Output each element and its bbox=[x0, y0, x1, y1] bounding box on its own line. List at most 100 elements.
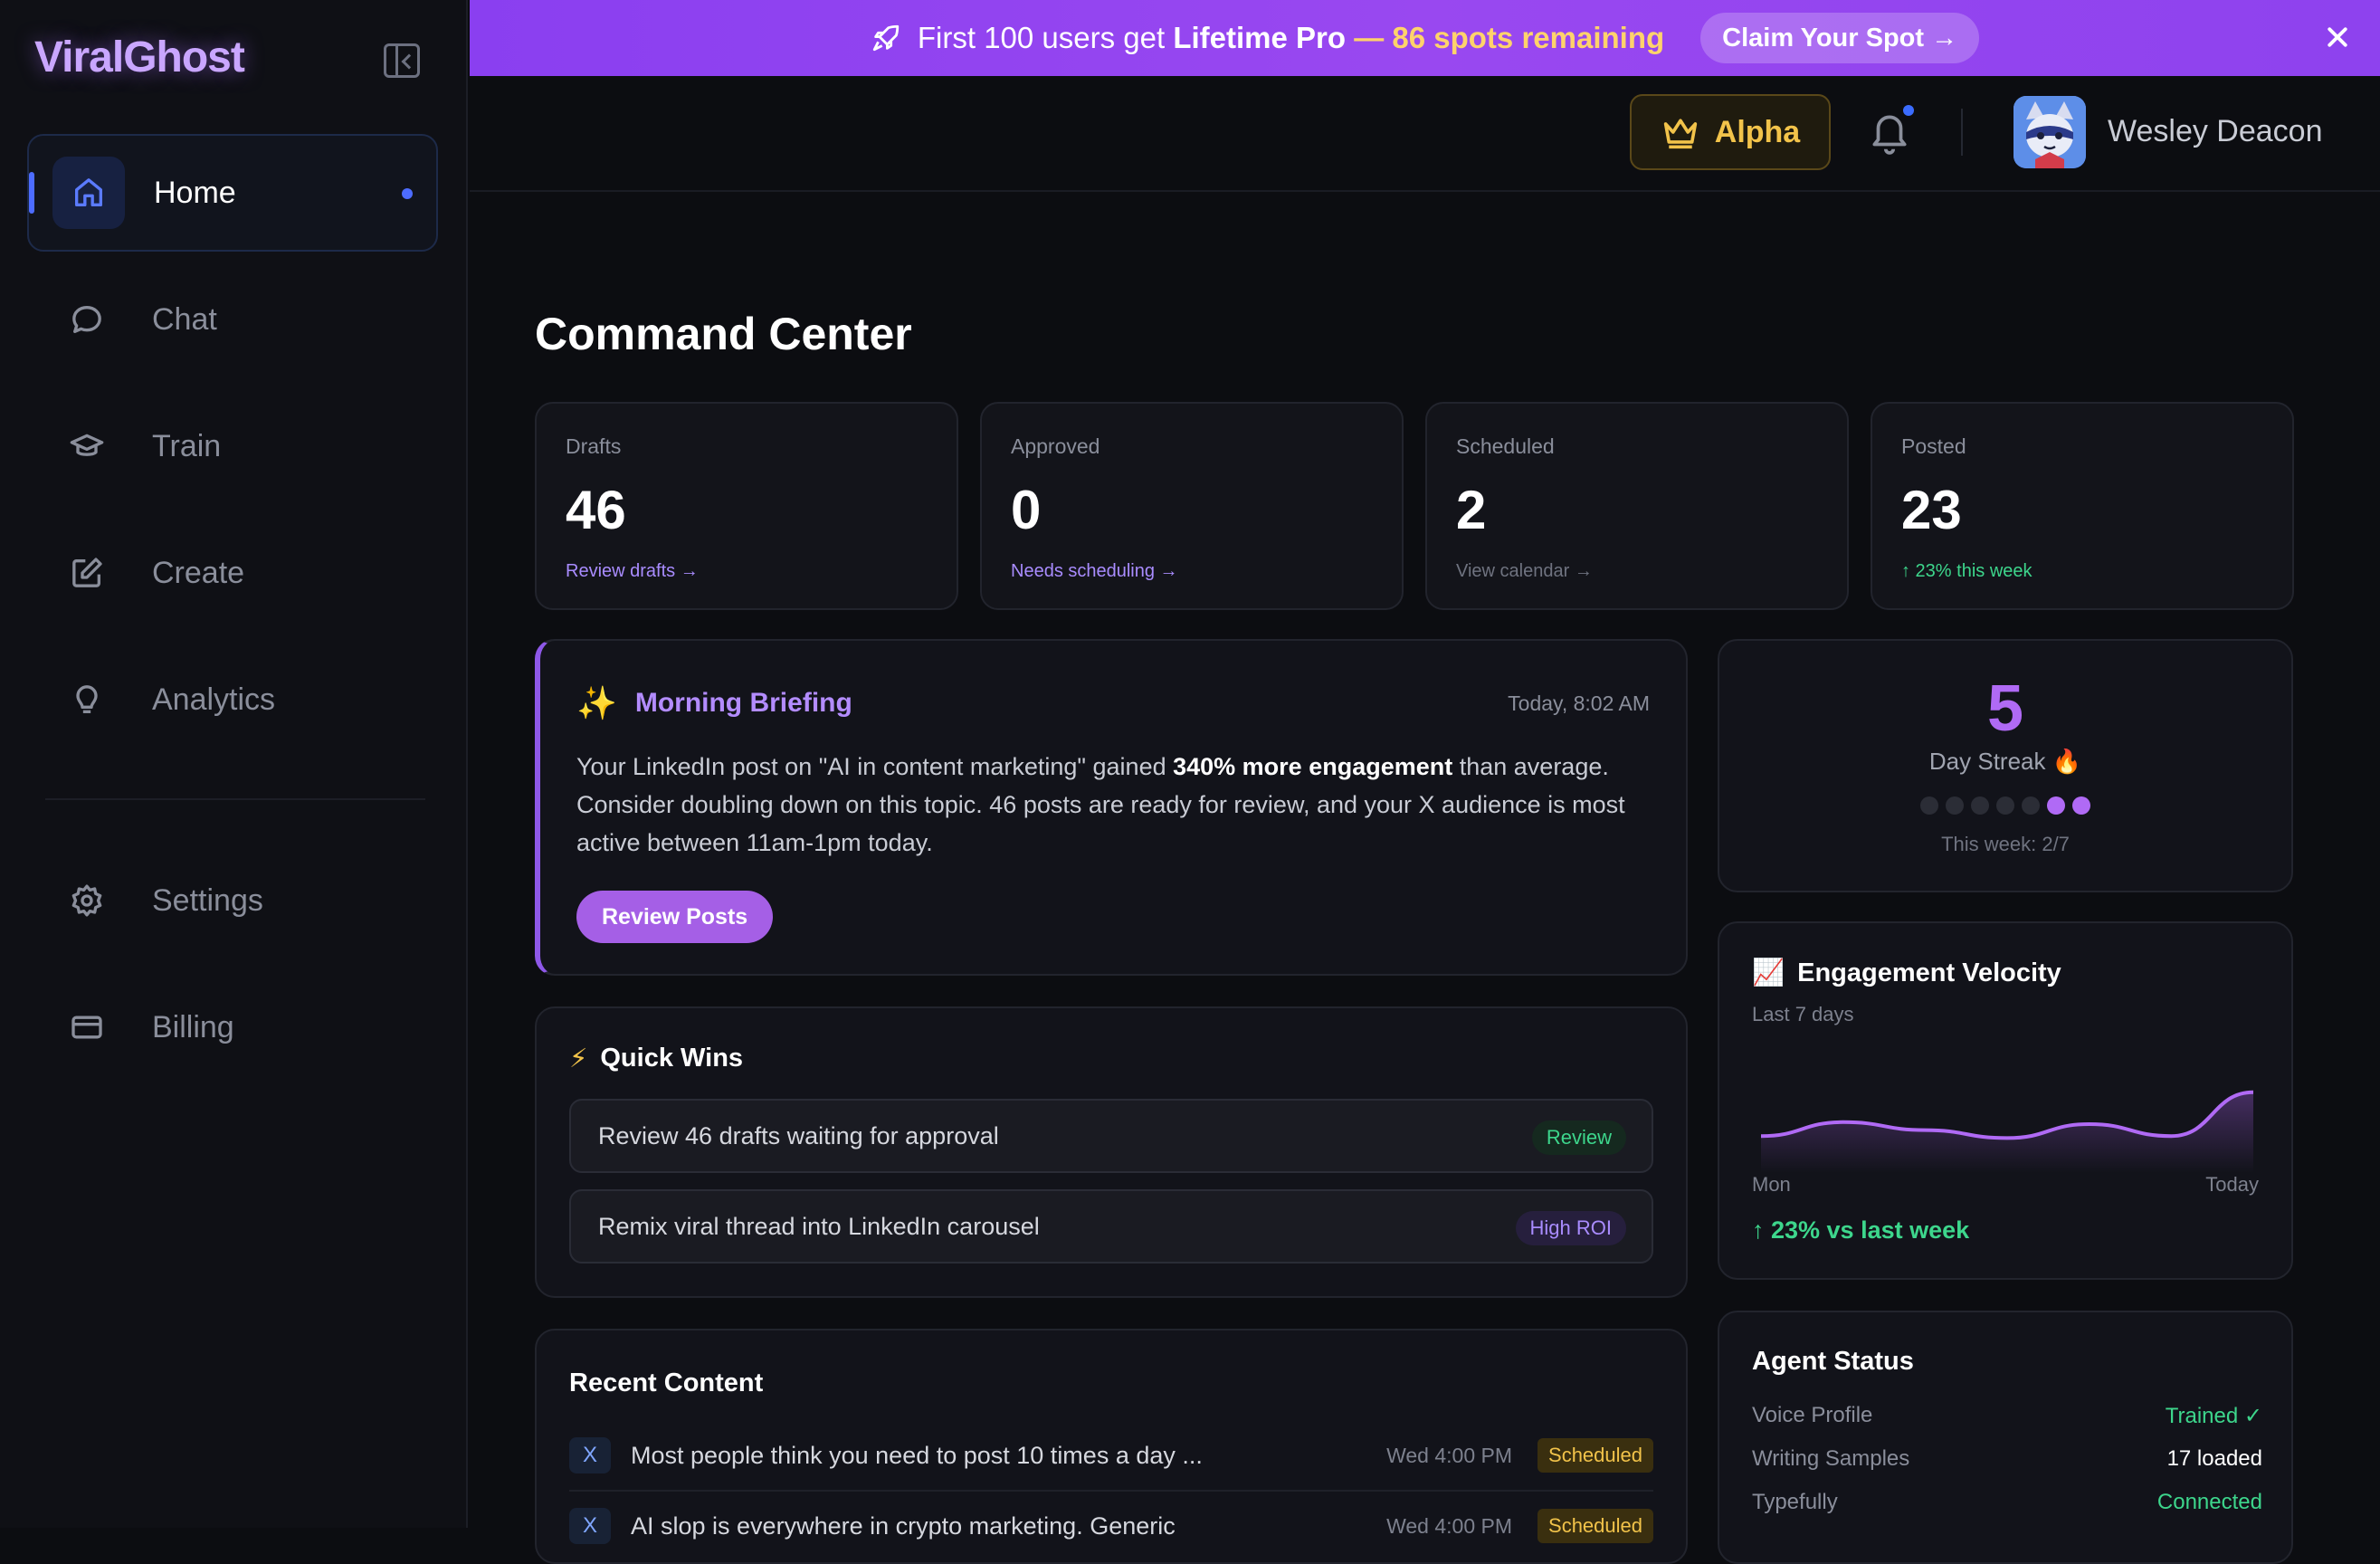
page-title: Command Center bbox=[535, 309, 912, 359]
streak-day-dot bbox=[2072, 796, 2090, 815]
stat-value: 2 bbox=[1456, 480, 1487, 540]
briefing-title: Morning Briefing bbox=[634, 688, 852, 718]
sidebar-item-create[interactable]: Create bbox=[27, 514, 438, 632]
stat-card-scheduled[interactable]: Scheduled 2 View calendar → bbox=[1425, 402, 1849, 610]
sidebar-item-chat[interactable]: Chat bbox=[27, 261, 438, 378]
agent-status-row: Voice Profile Trained ✓ bbox=[1752, 1403, 2262, 1429]
stat-label: Posted bbox=[1901, 434, 1966, 458]
streak-card: 5 Day Streak 🔥 This week: 2/7 bbox=[1718, 639, 2293, 892]
app-logo[interactable]: ViralGhost bbox=[34, 33, 245, 82]
quick-win-text: Remix viral thread into LinkedIn carouse… bbox=[598, 1212, 1040, 1240]
streak-day-dots bbox=[1719, 796, 2291, 815]
plan-badge-label: Alpha bbox=[1714, 114, 1801, 149]
sidebar-item-label: Analytics bbox=[152, 682, 276, 717]
agent-status-value: Connected bbox=[2156, 1490, 2262, 1514]
x-platform-icon: X bbox=[569, 1437, 611, 1473]
agent-status-label: Typefully bbox=[1752, 1490, 1838, 1514]
stat-card-approved[interactable]: Approved 0 Needs scheduling → bbox=[980, 402, 1404, 610]
sidebar-item-label: Chat bbox=[152, 301, 217, 337]
review-drafts-link[interactable]: Review drafts → bbox=[566, 561, 928, 582]
recent-content-row[interactable]: X AI slop is everywhere in crypto market… bbox=[569, 1499, 1653, 1553]
close-icon[interactable] bbox=[2318, 18, 2356, 56]
streak-day-dot bbox=[1996, 796, 2014, 815]
sidebar-divider bbox=[45, 798, 425, 800]
streak-day-dot bbox=[1971, 796, 1989, 815]
quick-win-item[interactable]: Review 46 drafts waiting for approval Re… bbox=[569, 1099, 1653, 1173]
banner-text-prefix: First 100 users get bbox=[917, 21, 1174, 54]
sidebar-item-analytics[interactable]: Analytics bbox=[27, 641, 438, 758]
sparkles-icon: ✨ bbox=[576, 684, 617, 721]
notification-dot bbox=[1903, 105, 1914, 116]
edit-icon bbox=[51, 537, 123, 609]
sidebar-item-label: Train bbox=[152, 428, 222, 463]
velocity-start-label: Mon bbox=[1752, 1173, 1791, 1196]
agent-status-row: Typefully Connected bbox=[1752, 1490, 2262, 1515]
sidebar-collapse-icon[interactable] bbox=[384, 43, 420, 78]
sidebar-item-label: Home bbox=[154, 175, 236, 210]
agent-status-label: Voice Profile bbox=[1752, 1403, 1873, 1427]
quick-win-tag: High ROI bbox=[1515, 1211, 1626, 1245]
recent-content-title: Recent Content bbox=[569, 1368, 764, 1397]
quick-wins-title: Quick Wins bbox=[600, 1044, 744, 1073]
chart-icon: 📈 bbox=[1752, 958, 1785, 987]
sidebar-item-billing[interactable]: Billing bbox=[27, 968, 438, 1086]
banner-text-bold: Lifetime Pro bbox=[1173, 21, 1347, 54]
quick-win-tag: Review bbox=[1531, 1121, 1626, 1155]
recent-content-card: Recent Content X Most people think you n… bbox=[535, 1329, 1688, 1564]
review-posts-button[interactable]: Review Posts bbox=[576, 891, 774, 943]
streak-day-dot bbox=[1946, 796, 1964, 815]
velocity-title: Engagement Velocity bbox=[1797, 958, 2061, 987]
stat-card-posted[interactable]: Posted 23 ↑ 23% this week bbox=[1871, 402, 2294, 610]
velocity-end-label: Today bbox=[2205, 1173, 2259, 1196]
sidebar-item-home[interactable]: Home bbox=[27, 134, 438, 252]
sidebar-item-settings[interactable]: Settings bbox=[27, 842, 438, 959]
status-badge: Scheduled bbox=[1537, 1438, 1653, 1473]
agent-status-label: Writing Samples bbox=[1752, 1446, 1910, 1471]
view-calendar-link[interactable]: View calendar → bbox=[1456, 561, 1818, 582]
rocket-icon bbox=[872, 24, 900, 52]
quick-win-item[interactable]: Remix viral thread into LinkedIn carouse… bbox=[569, 1189, 1653, 1264]
stat-value: 23 bbox=[1901, 480, 1962, 540]
quick-wins-card: ⚡ Quick Wins Review 46 drafts waiting fo… bbox=[535, 1006, 1688, 1298]
posted-trend: ↑ 23% this week bbox=[1901, 561, 2033, 581]
crown-icon bbox=[1663, 119, 1697, 149]
stat-value: 0 bbox=[1011, 480, 1042, 540]
sidebar-item-label: Settings bbox=[152, 882, 263, 918]
agent-status-row: Writing Samples 17 loaded bbox=[1752, 1446, 2262, 1472]
graduation-cap-icon bbox=[51, 410, 123, 482]
lightning-icon: ⚡ bbox=[569, 1044, 588, 1073]
agent-status-title: Agent Status bbox=[1752, 1347, 1914, 1376]
streak-label: Day Streak 🔥 bbox=[1928, 748, 2082, 775]
header-divider bbox=[1961, 109, 1963, 156]
status-badge: Scheduled bbox=[1537, 1509, 1653, 1543]
plan-badge[interactable]: Alpha bbox=[1630, 94, 1831, 170]
recent-content-time: Wed 4:00 PM bbox=[1386, 1513, 1512, 1538]
needs-scheduling-link[interactable]: Needs scheduling → bbox=[1011, 561, 1373, 582]
stat-card-drafts[interactable]: Drafts 46 Review drafts → bbox=[535, 402, 958, 610]
row-divider bbox=[569, 1490, 1653, 1492]
velocity-area bbox=[1761, 1092, 2253, 1173]
lightbulb-icon bbox=[51, 663, 123, 736]
stat-label: Scheduled bbox=[1456, 434, 1555, 458]
promo-banner: First 100 users get Lifetime Pro — 86 sp… bbox=[470, 0, 2380, 76]
user-name[interactable]: Wesley Deacon bbox=[2108, 114, 2323, 149]
sidebar-item-train[interactable]: Train bbox=[27, 387, 438, 505]
briefing-text: Your LinkedIn post on "AI in content mar… bbox=[576, 753, 1625, 856]
recent-content-time: Wed 4:00 PM bbox=[1386, 1443, 1512, 1467]
velocity-change: ↑ 23% vs last week bbox=[1752, 1216, 1970, 1244]
morning-briefing-card: ✨ Morning Briefing Today, 8:02 AM Your L… bbox=[535, 639, 1688, 976]
top-header: Alpha Wesley Deacon bbox=[470, 76, 2380, 192]
claim-spot-button[interactable]: Claim Your Spot → bbox=[1700, 13, 1980, 63]
avatar[interactable] bbox=[2013, 96, 2086, 168]
velocity-sparkline bbox=[1760, 1090, 2254, 1173]
recent-content-row[interactable]: X Most people think you need to post 10 … bbox=[569, 1428, 1653, 1483]
velocity-subtitle: Last 7 days bbox=[1752, 1003, 1854, 1025]
chat-icon bbox=[51, 283, 123, 356]
stat-value: 46 bbox=[566, 480, 626, 540]
briefing-time: Today, 8:02 AM bbox=[1508, 691, 1650, 715]
streak-week-text: This week: 2/7 bbox=[1941, 833, 2070, 855]
agent-status-value: 17 loaded bbox=[2166, 1446, 2262, 1471]
agent-status-card: Agent Status Voice Profile Trained ✓ Wri… bbox=[1718, 1311, 2293, 1564]
agent-status-value: Trained ✓ bbox=[2165, 1404, 2262, 1428]
streak-day-dot bbox=[2022, 796, 2040, 815]
